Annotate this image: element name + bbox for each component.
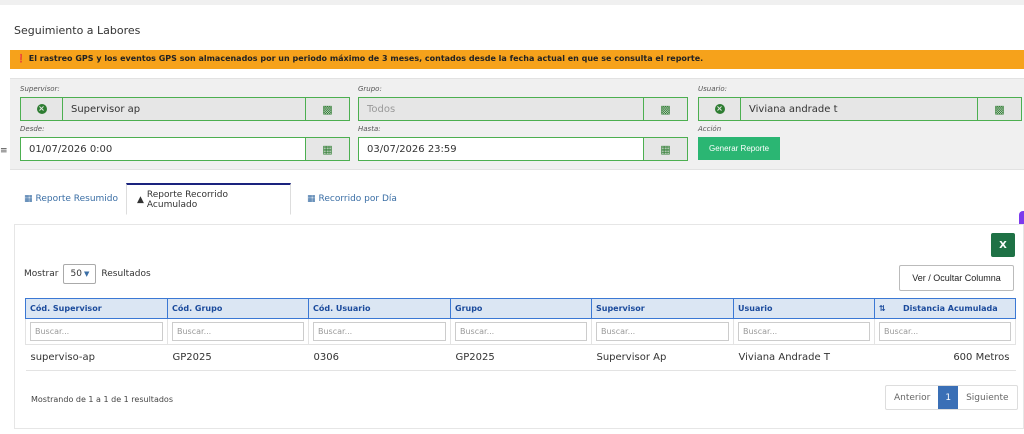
gps-alert-text: El rastreo GPS y los eventos GPS son alm… — [28, 54, 704, 63]
hasta-label: Hasta: — [358, 125, 381, 133]
caret-down-icon: ▼ — [83, 270, 90, 278]
top-bar — [0, 0, 1024, 5]
usuario-value[interactable]: Viviana andrade t — [741, 98, 977, 120]
close-icon: × — [714, 104, 725, 114]
desde-calendar-button[interactable]: ▦ — [305, 138, 349, 160]
accion-label: Acción — [698, 125, 722, 133]
menu-icon[interactable]: ≡ — [0, 146, 8, 156]
table-cell: superviso-ap — [25, 344, 168, 371]
clear-usuario-button[interactable]: × — [699, 98, 741, 120]
table-cell: Viviana Andrade T — [733, 344, 875, 371]
col-distancia-acumulada[interactable]: ⇅ Distancia Acumulada — [874, 298, 1016, 319]
page-1-button[interactable]: 1 — [938, 386, 959, 409]
search-input[interactable]: Buscar... — [455, 322, 587, 341]
supervisor-field[interactable]: × Supervisor ap ▩ — [20, 97, 350, 121]
col-cod-supervisor[interactable]: Cód. Supervisor — [25, 298, 168, 319]
road-icon: ▲ — [137, 194, 144, 205]
hasta-field[interactable]: 03/07/2026 23:59 ▦ — [358, 137, 688, 161]
col-grupo[interactable]: Grupo — [450, 298, 592, 319]
search-input[interactable]: Buscar... — [172, 322, 304, 341]
tab-reporte-recorrido-acumulado[interactable]: ▲ Reporte Recorrido Acumulado — [126, 183, 291, 215]
table-cell: GP2025 — [167, 344, 309, 371]
select-supervisor-button[interactable]: ▩ — [305, 98, 349, 120]
page-size-control: Mostrar 50 ▼ Resultados — [24, 264, 151, 284]
col-cod-usuario[interactable]: Cód. Usuario — [308, 298, 451, 319]
page-title: Seguimiento a Labores — [14, 24, 141, 37]
col-usuario[interactable]: Usuario — [733, 298, 875, 319]
col-supervisor[interactable]: Supervisor — [591, 298, 734, 319]
supervisor-value[interactable]: Supervisor ap — [63, 98, 305, 120]
calendar-icon: ▦ — [660, 142, 671, 156]
generate-report-button[interactable]: Generar Reporte — [698, 137, 780, 160]
next-page-button[interactable]: Siguiente — [958, 386, 1016, 409]
toggle-columns-button[interactable]: Ver / Ocultar Columna — [899, 265, 1014, 291]
excel-export-icon[interactable]: X — [991, 233, 1015, 257]
table-row[interactable]: superviso-ap GP2025 0306 GP2025 Supervis… — [25, 344, 1016, 371]
search-input[interactable]: Buscar... — [596, 322, 729, 341]
table-icon: ▦ — [24, 194, 33, 204]
hasta-input[interactable]: 03/07/2026 23:59 — [359, 138, 643, 160]
usuario-field[interactable]: × Viviana andrade t ▩ — [698, 97, 1022, 121]
desde-input[interactable]: 01/07/2026 0:00 — [21, 138, 305, 160]
tab-recorrido-por-dia[interactable]: ▦ Recorrido por Día — [297, 183, 407, 215]
page-size-select[interactable]: 50 ▼ — [63, 264, 97, 284]
table-cell: 600 Metros — [874, 344, 1016, 371]
supervisor-label: Supervisor: — [20, 85, 60, 93]
info-icon: ❗ — [16, 54, 26, 63]
select-grupo-button[interactable]: ▩ — [643, 98, 687, 120]
calendar-icon: ▦ — [322, 142, 333, 156]
prev-page-button[interactable]: Anterior — [886, 386, 938, 409]
filters-panel: Supervisor: × Supervisor ap ▩ Grupo: Tod… — [10, 78, 1024, 170]
pagination: Anterior 1 Siguiente — [885, 385, 1018, 410]
hasta-calendar-button[interactable]: ▦ — [643, 138, 687, 160]
page: Seguimiento a Labores ❗ El rastreo GPS y… — [0, 0, 1024, 434]
results-table: Cód. Supervisor Cód. Grupo Cód. Usuario … — [25, 298, 1016, 371]
table-cell: Supervisor Ap — [591, 344, 734, 371]
report-panel: X Mostrar 50 ▼ Resultados Ver / Ocultar C… — [14, 224, 1024, 429]
users-icon: ▩ — [660, 102, 671, 116]
gps-alert: ❗ El rastreo GPS y los eventos GPS son a… — [10, 50, 1024, 69]
table-header-row: Cód. Supervisor Cód. Grupo Cód. Usuario … — [25, 298, 1016, 319]
desde-label: Desde: — [20, 125, 45, 133]
grupo-label: Grupo: — [358, 85, 382, 93]
desde-field[interactable]: 01/07/2026 0:00 ▦ — [20, 137, 350, 161]
tab-reporte-resumido[interactable]: ▦ Reporte Resumido — [14, 183, 128, 215]
calendar-icon: ▦ — [307, 194, 316, 204]
table-cell: 0306 — [308, 344, 451, 371]
search-input[interactable]: Buscar... — [738, 322, 870, 341]
col-cod-grupo[interactable]: Cód. Grupo — [167, 298, 309, 319]
sort-icon: ⇅ — [879, 304, 886, 313]
users-icon: ▩ — [994, 102, 1005, 116]
grupo-field[interactable]: Todos ▩ — [358, 97, 688, 121]
close-icon: × — [36, 104, 47, 114]
usuario-label: Usuario: — [698, 85, 727, 93]
search-input[interactable]: Buscar... — [30, 322, 163, 341]
report-tabs: ▦ Reporte Resumido ▲ Reporte Recorrido A… — [14, 183, 1024, 215]
clear-supervisor-button[interactable]: × — [21, 98, 63, 120]
table-search-row: Buscar... Buscar... Buscar... Buscar... … — [25, 318, 1016, 345]
results-summary: Mostrando de 1 a 1 de 1 resultados — [31, 395, 173, 404]
table-cell: GP2025 — [450, 344, 592, 371]
grupo-value[interactable]: Todos — [359, 98, 643, 120]
select-usuario-button[interactable]: ▩ — [977, 98, 1021, 120]
search-input[interactable]: Buscar... — [313, 322, 446, 341]
search-input[interactable]: Buscar... — [879, 322, 1011, 341]
users-icon: ▩ — [322, 102, 333, 116]
